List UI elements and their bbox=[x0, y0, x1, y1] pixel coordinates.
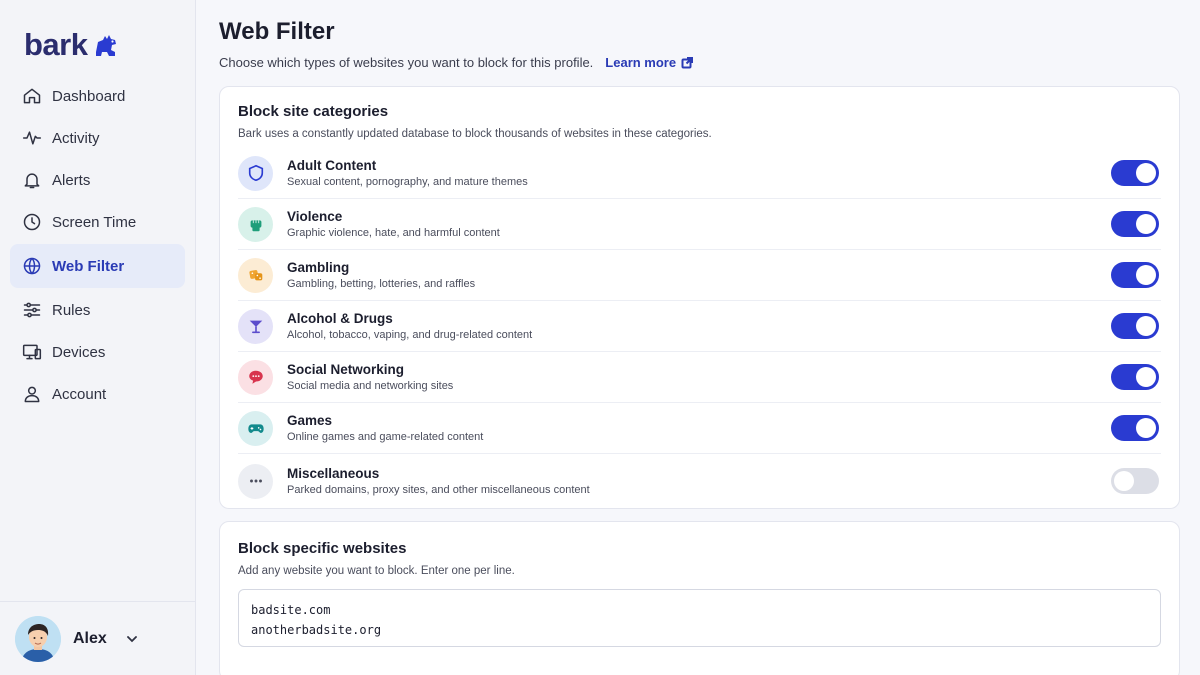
alcohol-drugs-toggle[interactable] bbox=[1111, 313, 1159, 339]
external-link-icon bbox=[681, 56, 694, 68]
category-name: Social Networking bbox=[287, 362, 405, 377]
category-row-adult-content: Adult Content Sexual content, pornograph… bbox=[238, 148, 1161, 199]
cocktail-icon bbox=[238, 308, 273, 344]
home-icon bbox=[23, 88, 41, 104]
sidebar-item-label: Account bbox=[52, 385, 107, 403]
social-networking-toggle[interactable] bbox=[1111, 364, 1159, 390]
category-name: Adult Content bbox=[287, 158, 377, 173]
category-description: Social media and networking sites bbox=[287, 380, 454, 392]
page-subtitle-row: Choose which types of websites you want … bbox=[219, 55, 1180, 70]
user-name: Alex bbox=[73, 629, 107, 647]
gambling-toggle[interactable] bbox=[1111, 262, 1159, 288]
avatar bbox=[15, 615, 61, 662]
main-content: Web Filter Choose which types of website… bbox=[196, 0, 1200, 675]
category-row-miscellaneous: Miscellaneous Parked domains, proxy site… bbox=[238, 454, 1161, 508]
miscellaneous-toggle[interactable] bbox=[1111, 468, 1159, 494]
category-name: Games bbox=[287, 413, 333, 428]
category-name: Miscellaneous bbox=[287, 466, 380, 481]
category-row-gambling: Gambling Gambling, betting, lotteries, a… bbox=[238, 250, 1161, 301]
fist-icon bbox=[238, 206, 273, 242]
block-websites-card: Block specific websites Add any website … bbox=[219, 521, 1180, 675]
blocked-websites-textarea[interactable]: badsite.com anotherbadsite.org bbox=[238, 589, 1161, 647]
sliders-icon bbox=[23, 302, 41, 318]
user-menu[interactable]: Alex bbox=[0, 601, 195, 675]
sidebar: bark Dashboard Activity Alerts Screen Ti bbox=[0, 0, 196, 675]
adult-content-toggle[interactable] bbox=[1111, 160, 1159, 186]
clock-icon bbox=[23, 213, 41, 231]
category-description: Parked domains, proxy sites, and other m… bbox=[287, 484, 590, 496]
chat-bubble-icon bbox=[238, 359, 273, 395]
app-window: bark Dashboard Activity Alerts Screen Ti bbox=[0, 0, 1200, 675]
sidebar-item-web-filter[interactable]: Web Filter bbox=[10, 244, 185, 288]
sidebar-item-activity[interactable]: Activity bbox=[10, 117, 185, 159]
category-row-violence: Violence Graphic violence, hate, and har… bbox=[238, 199, 1161, 250]
category-description: Gambling, betting, lotteries, and raffle… bbox=[287, 278, 476, 290]
category-row-social-networking: Social Networking Social media and netwo… bbox=[238, 352, 1161, 403]
dog-logo-icon bbox=[96, 35, 117, 56]
sidebar-nav: Dashboard Activity Alerts Screen Time We… bbox=[0, 75, 195, 415]
card-subtitle: Add any website you want to block. Enter… bbox=[238, 565, 515, 577]
page-title: Web Filter bbox=[219, 18, 335, 45]
sidebar-item-screen-time[interactable]: Screen Time bbox=[10, 201, 185, 243]
learn-more-link[interactable]: Learn more bbox=[605, 55, 694, 70]
chevron-down-icon bbox=[126, 635, 137, 642]
category-row-alcohol-drugs: Alcohol & Drugs Alcohol, tobacco, vaping… bbox=[238, 301, 1161, 352]
logo-text: bark bbox=[24, 27, 88, 62]
sidebar-item-label: Web Filter bbox=[52, 257, 125, 275]
sidebar-item-label: Screen Time bbox=[52, 213, 137, 231]
devices-icon bbox=[22, 344, 42, 360]
sidebar-item-dashboard[interactable]: Dashboard bbox=[10, 75, 185, 117]
games-toggle[interactable] bbox=[1111, 415, 1159, 441]
category-list: Adult Content Sexual content, pornograph… bbox=[238, 148, 1161, 508]
category-description: Sexual content, pornography, and mature … bbox=[287, 176, 528, 188]
violence-toggle[interactable] bbox=[1111, 211, 1159, 237]
sidebar-item-label: Rules bbox=[52, 301, 91, 319]
sidebar-item-label: Activity bbox=[52, 129, 100, 147]
sidebar-item-alerts[interactable]: Alerts bbox=[10, 159, 185, 201]
category-description: Alcohol, tobacco, vaping, and drug-relat… bbox=[287, 329, 533, 341]
category-description: Online games and game-related content bbox=[287, 431, 484, 443]
sidebar-item-rules[interactable]: Rules bbox=[10, 289, 185, 331]
pulse-icon bbox=[22, 131, 42, 145]
globe-icon bbox=[23, 257, 41, 275]
learn-more-label: Learn more bbox=[605, 55, 677, 70]
sidebar-item-label: Devices bbox=[52, 343, 106, 361]
dice-icon bbox=[238, 257, 273, 293]
dots-icon bbox=[238, 463, 273, 499]
category-row-games: Games Online games and game-related cont… bbox=[238, 403, 1161, 454]
user-icon bbox=[24, 386, 40, 403]
card-title: Block site categories bbox=[238, 103, 389, 120]
sidebar-item-label: Dashboard bbox=[52, 87, 126, 105]
sidebar-item-devices[interactable]: Devices bbox=[10, 331, 185, 373]
sidebar-item-label: Alerts bbox=[52, 171, 91, 189]
category-name: Gambling bbox=[287, 260, 350, 275]
gamepad-icon bbox=[238, 410, 273, 446]
card-subtitle: Bark uses a constantly updated database … bbox=[238, 128, 712, 140]
sidebar-item-account[interactable]: Account bbox=[10, 373, 185, 415]
card-title: Block specific websites bbox=[238, 540, 407, 557]
category-name: Violence bbox=[287, 209, 343, 224]
logo[interactable]: bark bbox=[0, 0, 195, 72]
category-description: Graphic violence, hate, and harmful cont… bbox=[287, 227, 500, 239]
block-categories-card: Block site categories Bark uses a consta… bbox=[219, 86, 1180, 509]
bell-icon bbox=[24, 173, 40, 189]
page-subtitle: Choose which types of websites you want … bbox=[219, 55, 594, 70]
category-name: Alcohol & Drugs bbox=[287, 311, 393, 326]
shield-icon bbox=[238, 155, 273, 191]
